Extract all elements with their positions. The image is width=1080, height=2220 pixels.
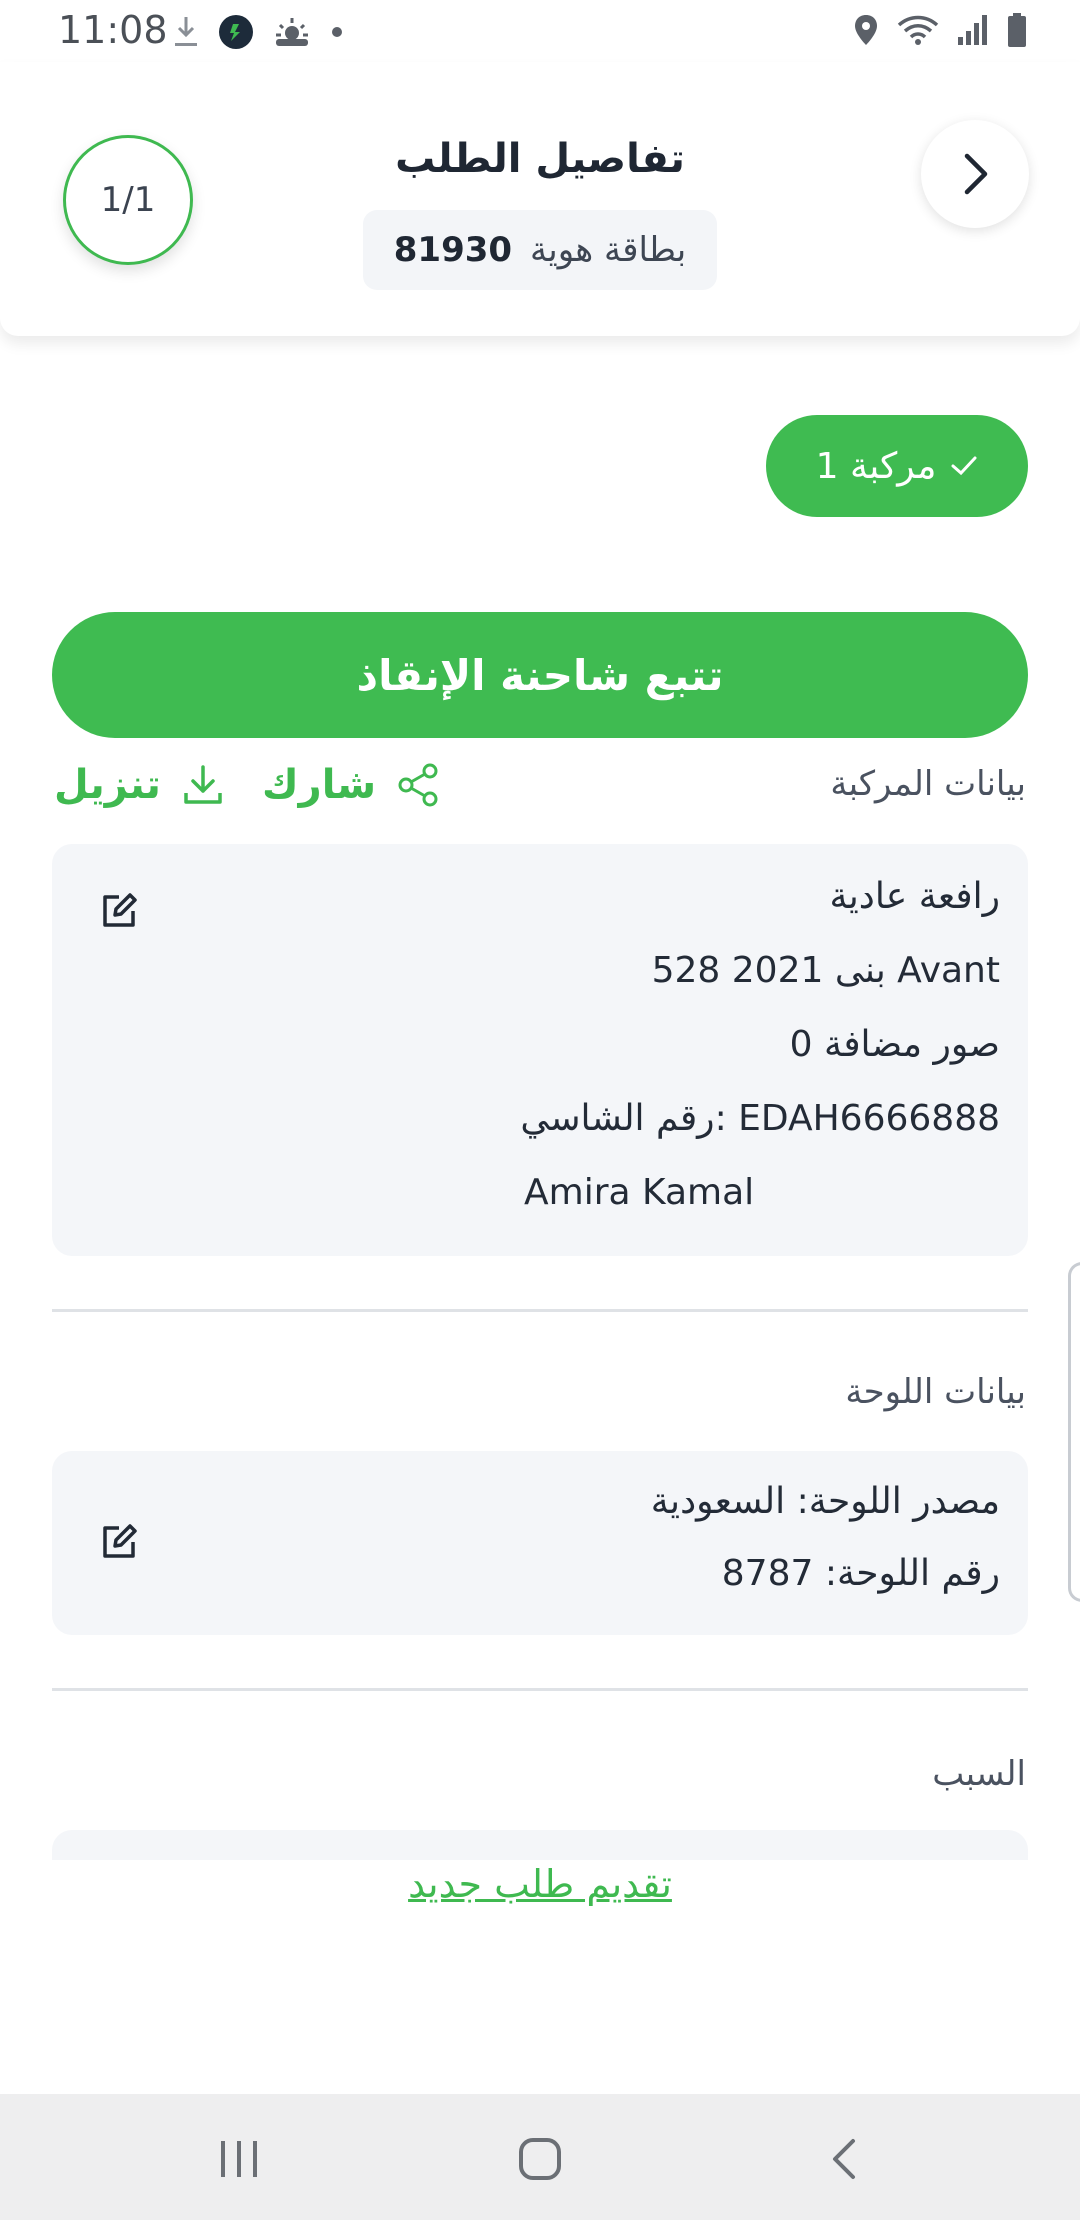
download-label: تنزيل xyxy=(54,762,161,808)
vehicle-chassis-number: رقم الشاسي: EDAH6666888 xyxy=(520,1098,1000,1139)
back-nav-button[interactable] xyxy=(814,2134,874,2184)
track-button-label: تتبع شاحنة الإنقاذ xyxy=(356,650,724,700)
signal-icon xyxy=(958,15,987,45)
wifi-icon xyxy=(897,15,939,45)
check-icon xyxy=(951,456,977,476)
home-icon xyxy=(519,2138,561,2180)
back-button[interactable] xyxy=(921,120,1029,228)
edit-vehicle-button[interactable] xyxy=(94,886,144,936)
vehicle-photos-count: 0 صور مضافة xyxy=(789,1024,1000,1065)
vehicle-type: رافعة عادية xyxy=(829,876,1000,917)
section-divider xyxy=(52,1688,1028,1691)
vehicle-section-title: بيانات المركبة xyxy=(830,764,1026,804)
id-number: 81930 xyxy=(393,230,513,270)
plate-source: مصدر اللوحة: السعودية xyxy=(650,1481,1000,1522)
edit-plate-button[interactable] xyxy=(94,1517,144,1567)
battery-icon xyxy=(1008,13,1026,47)
plate-number: رقم اللوحة: 8787 xyxy=(721,1553,1000,1594)
section-divider xyxy=(52,1309,1028,1312)
navigation-bar xyxy=(0,2094,1080,2220)
status-right-icons xyxy=(852,10,1028,50)
page-title: تفاصيل الطلب xyxy=(395,136,685,182)
share-button[interactable]: شارك xyxy=(262,762,440,808)
edit-icon xyxy=(103,893,137,927)
vehicle-card: رافعة عادية بنى 2021 528 Avant 0 صور مضا… xyxy=(52,844,1028,1256)
vehicle-chip-label: مركبة 1 xyxy=(815,445,937,487)
reason-section-title: السبب xyxy=(932,1754,1026,1794)
vehicle-chip[interactable]: مركبة 1 xyxy=(766,415,1028,517)
recent-apps-button[interactable] xyxy=(209,2134,269,2184)
download-button[interactable]: تنزيل xyxy=(54,762,225,808)
id-badge: بطاقة هوية 81930 xyxy=(363,210,717,290)
status-left-icons xyxy=(172,12,344,52)
track-tow-truck-button[interactable]: تتبع شاحنة الإنقاذ xyxy=(52,612,1028,738)
share-icon xyxy=(398,763,438,807)
plate-section-title: بيانات اللوحة xyxy=(845,1372,1026,1412)
recent-apps-icon xyxy=(221,2141,257,2177)
weather-icon xyxy=(276,18,308,46)
home-button[interactable] xyxy=(510,2134,570,2184)
download-icon xyxy=(184,765,222,804)
location-icon xyxy=(855,15,877,45)
app-logo-icon xyxy=(219,15,253,49)
id-label: بطاقة هوية xyxy=(530,230,687,270)
plate-card: مصدر اللوحة: السعودية رقم اللوحة: 8787 xyxy=(52,1451,1028,1635)
request-counter: 1/1 xyxy=(63,135,193,265)
edit-icon xyxy=(103,1524,137,1558)
status-bar: 11:08 xyxy=(0,0,1080,62)
chevron-left-icon xyxy=(833,2139,855,2179)
download-icon xyxy=(175,17,197,46)
notification-dot-icon xyxy=(332,27,342,37)
status-time: 11:08 xyxy=(58,8,168,52)
edge-panel-handle[interactable] xyxy=(1068,1262,1080,1602)
vehicle-owner: Amira Kamal xyxy=(524,1172,755,1213)
reason-card xyxy=(52,1830,1028,1860)
request-counter-text: 1/1 xyxy=(100,180,156,220)
share-label: شارك xyxy=(262,762,377,808)
chevron-right-icon xyxy=(964,153,988,195)
vehicle-model: بنى 2021 528 Avant xyxy=(651,950,1000,991)
new-request-link[interactable]: تقديم طلب جديد xyxy=(380,1862,700,1906)
